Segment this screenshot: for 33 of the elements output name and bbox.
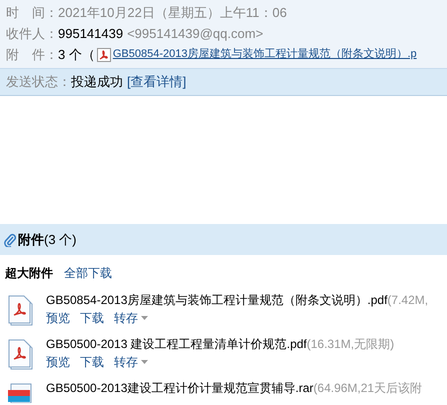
caret-icon[interactable] <box>141 360 148 364</box>
status-value: 投递成功 <box>71 73 123 92</box>
field-label: 附 件： <box>6 46 58 64</box>
file-name: GB50500-2013 建设工程工程量清单计价规范.pdf <box>46 336 307 353</box>
recipient-name: 995141439 <box>58 25 124 43</box>
file-name: GB50500-2013建设工程计价计量规范宣贯辅导.rar <box>46 380 314 397</box>
attachment-link[interactable]: GB50854-2013房屋建筑与装饰工程计量规范（附条文说明）.p <box>112 45 419 64</box>
file-action-link[interactable]: 预览 <box>46 309 70 327</box>
file-action-link[interactable]: 转存 <box>114 309 138 327</box>
field-label: 收件人： <box>6 25 58 43</box>
status-label: 发送状态： <box>6 73 71 92</box>
file-action-link[interactable]: 转存 <box>114 353 138 371</box>
pdf-file-icon <box>8 339 34 371</box>
sent-time: 2021年10月22日（星期五）上午11：06 <box>58 4 287 22</box>
pdf-file-icon <box>8 295 34 327</box>
file-name: GB50854-2013房屋建筑与装饰工程计量规范（附条文说明）.pdf <box>46 292 388 309</box>
caret-icon[interactable] <box>141 316 148 320</box>
recipient-email: <995141439@qq.com> <box>127 25 264 43</box>
attachments-count: (3 个) <box>44 230 76 249</box>
file-meta: (7.42M, <box>387 292 428 309</box>
file-meta: (64.96M,21天后该附 <box>313 380 422 397</box>
file-action-link[interactable]: 预览 <box>46 353 70 371</box>
pdf-icon <box>96 48 111 62</box>
attachment-count: 3 个（ <box>58 46 95 64</box>
download-all-link[interactable]: 全部下载 <box>64 264 112 282</box>
file-meta: (16.31M,无限期) <box>306 336 394 353</box>
field-label: 时 间： <box>6 4 58 22</box>
details-link[interactable]: [查看详情] <box>127 72 186 92</box>
section-title: 超大附件 <box>5 265 53 282</box>
paperclip-icon <box>4 232 16 246</box>
file-action-link[interactable]: 下载 <box>80 309 104 327</box>
attachments-title: 附件 <box>18 230 44 249</box>
file-action-link[interactable]: 下载 <box>80 353 104 371</box>
